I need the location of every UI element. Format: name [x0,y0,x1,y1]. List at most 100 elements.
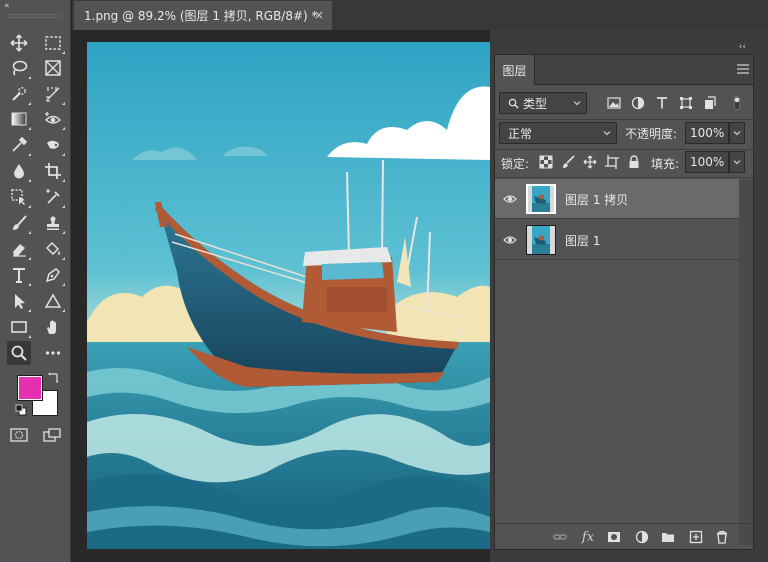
layer-name: 图层 1 [565,234,601,248]
new-adjustment-button[interactable] [633,528,651,546]
boat-illustration [87,42,490,549]
quick-mask-icon [10,428,28,442]
pen-icon [45,268,60,283]
object-selection-tool[interactable] [7,185,31,209]
crop-tool[interactable] [41,159,65,183]
eyedropper-tool[interactable] [7,133,31,157]
foreground-color-swatch[interactable] [17,375,43,401]
eye-icon[interactable] [503,192,517,206]
tab-layers[interactable]: 图层 [495,55,535,85]
new-group-button[interactable] [659,528,677,546]
eye-icon[interactable] [503,233,517,247]
red-eye-tool[interactable] [41,107,65,131]
more-tools-button[interactable] [41,341,65,365]
zoom-icon [11,345,27,361]
ruler-tool[interactable] [41,82,65,106]
blur-tool[interactable] [7,159,31,183]
add-mask-button[interactable] [605,528,623,546]
screen-mode-button[interactable] [41,426,63,444]
layer-row-copy[interactable]: 图层 1 拷贝 [495,179,739,219]
fill-input[interactable]: 100% [685,151,729,173]
opacity-dropdown[interactable] [729,122,745,144]
move-icon [10,34,28,52]
quick-mask-button[interactable] [8,426,30,444]
filter-toggle[interactable] [731,91,743,115]
delete-layer-button[interactable] [713,528,731,546]
document-tab[interactable]: 1.png @ 89.2% (图层 1 拷贝, RGB/8#) * × [74,1,332,30]
color-sampler-tool[interactable] [41,185,65,209]
marquee-icon [45,36,61,50]
new-layer-button[interactable] [687,528,705,546]
canvas-workspace[interactable] [72,30,490,562]
layer-thumbnail-image [532,186,550,212]
lock-transparent-pixels-button[interactable] [537,153,555,171]
blend-mode-label: 正常 [508,126,533,141]
panel-menu-icon[interactable] [737,64,749,74]
type-icon [13,268,25,283]
marquee-tool[interactable] [41,31,65,55]
stamp-icon [47,216,59,230]
lock-all-button[interactable] [625,153,643,171]
paint-bucket-tool[interactable] [41,237,65,261]
panel-collapse-button[interactable]: ‹‹ [739,42,746,52]
toggle-icon [733,96,741,110]
smudge-tool[interactable] [41,133,65,157]
layer-filter-select[interactable]: 类型 [499,92,587,114]
default-colors-icon[interactable] [15,404,27,416]
fx-icon: fx [581,529,595,545]
filter-shape-button[interactable] [677,94,695,112]
artboard-icon [605,155,619,169]
pen-tool[interactable] [41,263,65,287]
link-layers-button[interactable] [551,528,569,546]
filter-type-button[interactable] [653,94,671,112]
hand-tool[interactable] [41,315,65,339]
filter-pixel-button[interactable] [605,94,623,112]
blend-mode-select[interactable]: 正常 [499,122,617,144]
eraser-icon [13,244,26,257]
eraser-tool[interactable] [7,237,31,261]
rectangle-tool[interactable] [7,315,31,339]
toolbar-grip[interactable] [10,14,60,18]
lock-artboard-button[interactable] [603,153,621,171]
zoom-tool[interactable] [7,341,31,365]
lock-position-button[interactable] [581,153,599,171]
type-tool[interactable] [7,263,31,287]
hand-icon [47,320,56,334]
trash-icon [717,530,727,544]
layers-scrollbar[interactable] [739,179,753,545]
filter-adjustment-button[interactable] [629,94,647,112]
folder-icon [662,533,674,542]
path-selection-tool[interactable] [7,289,31,313]
document-close-icon[interactable]: × [314,8,324,22]
toolbar-collapse-button[interactable]: « [4,2,10,11]
layer-thumbnail [526,184,556,214]
crop-icon [45,163,61,179]
triangle-tool[interactable] [41,289,65,313]
photoshop-window: « 1.png @ 89.2% (图层 1 拷贝, RGB/8#) * × ‹‹… [0,0,768,562]
mask-icon [608,532,620,542]
layer-row-base[interactable]: 图层 1 [495,220,739,260]
layer-style-button[interactable]: fx [579,528,597,546]
filter-smart-object-button[interactable] [701,94,719,112]
shape-icon [680,97,692,109]
lasso-tool[interactable] [7,56,31,80]
document-canvas[interactable] [87,42,490,549]
image-icon [607,97,621,109]
fill-dropdown[interactable] [729,151,745,173]
rectangle-icon [11,321,27,333]
document-tab-bar: 1.png @ 89.2% (图层 1 拷贝, RGB/8#) * × [72,0,768,30]
lock-image-pixels-button[interactable] [559,153,577,171]
move-tool[interactable] [7,31,31,55]
brush-icon [13,215,27,230]
adjustment-icon [635,530,649,544]
frame-tool[interactable] [41,56,65,80]
opacity-input[interactable]: 100% [685,122,729,144]
swap-colors-icon[interactable] [47,372,59,384]
gradient-tool[interactable] [7,107,31,131]
brush-tool[interactable] [7,211,31,235]
chevron-down-icon [733,160,741,165]
document-tab-title: 1.png @ 89.2% (图层 1 拷贝, RGB/8#) * [84,9,318,23]
search-icon [508,98,519,109]
stamp-tool[interactable] [41,211,65,235]
quick-selection-tool[interactable] [7,82,31,106]
